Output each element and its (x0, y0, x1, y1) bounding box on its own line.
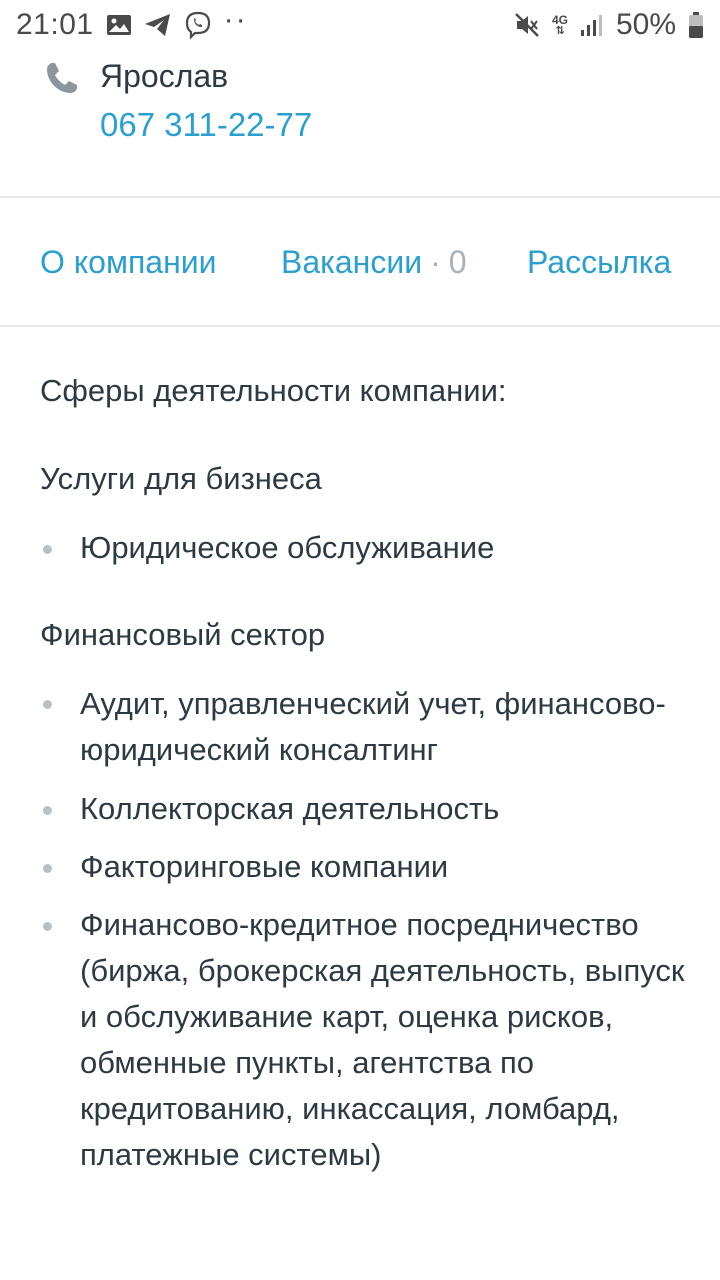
section-heading: Услуги для бизнеса (40, 461, 322, 496)
section-heading: Финансовый сектор (40, 617, 326, 652)
signal-icon (580, 13, 604, 37)
network-label: 4G (551, 12, 568, 27)
bullet-icon (43, 700, 52, 709)
contact-block: Ярослав 067 311-22-77 (0, 52, 720, 198)
status-right: 4G ⇅ 50% (514, 8, 704, 42)
mute-icon (514, 12, 540, 38)
tab-vacancies-separator: · (430, 244, 441, 280)
bullet-icon (43, 806, 52, 815)
bullet-icon (43, 545, 52, 554)
status-left: 21:01 ·· (16, 3, 248, 42)
bullet-icon (43, 922, 52, 931)
gallery-icon (106, 13, 132, 37)
tab-mailing[interactable]: Рассылка (527, 244, 671, 281)
tab-vacancies[interactable]: Вакансии · 0 (281, 244, 467, 281)
list-item: Финансово-кредитное посредничество (бирж… (80, 907, 685, 1172)
viber-icon (184, 11, 212, 39)
status-bar: 21:01 ·· 4G ⇅ 50% (0, 0, 720, 50)
data-arrows-icon: ⇅ (555, 24, 565, 37)
bullet-icon (43, 864, 52, 873)
contact-phone-link[interactable]: 067 311-22-77 (100, 106, 312, 144)
status-time: 21:01 (16, 8, 94, 41)
page-title: Сферы деятельности компании: (40, 373, 507, 408)
list-item: Факторинговые компании (80, 849, 449, 884)
contact-name: Ярослав (100, 58, 229, 94)
network-type: 4G ⇅ (552, 14, 568, 37)
list-item: Аудит, управленческий учет, финансово-юр… (80, 686, 666, 767)
list-item: Юридическое обслуживание (80, 530, 495, 565)
list-item: Коллекторская деятельность (80, 791, 500, 826)
battery-percent: 50% (615, 8, 676, 41)
company-tabs: О компании Вакансии · 0 Рассылка (0, 200, 720, 327)
tab-vacancies-count: 0 (448, 244, 467, 280)
telegram-icon (144, 13, 172, 37)
tab-vacancies-label: Вакансии (281, 244, 423, 280)
phone-icon (44, 60, 80, 101)
tab-about[interactable]: О компании (40, 244, 216, 281)
more-dots-icon: ·· (223, 3, 248, 36)
battery-icon (688, 11, 704, 39)
